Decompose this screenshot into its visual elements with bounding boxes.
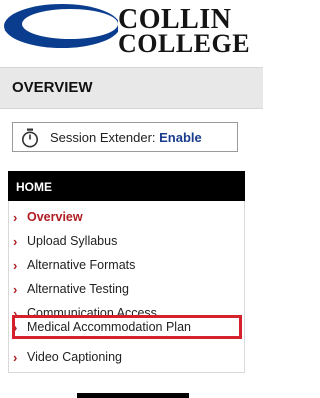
- page-title: OVERVIEW: [12, 79, 93, 96]
- chevron-right-icon: ›: [13, 349, 18, 365]
- collin-college-logo: COLLIN COLLEGE: [0, 0, 263, 60]
- nav-menu: › Overview › Upload Syllabus › Alternati…: [8, 201, 245, 373]
- nav-item-alternative-testing[interactable]: › Alternative Testing: [13, 279, 129, 299]
- nav-item-label: Video Captioning: [27, 350, 122, 364]
- nav-heading: HOME: [8, 171, 245, 201]
- session-extender-text: Session Extender: Enable: [50, 130, 202, 145]
- nav-item-label: Upload Syllabus: [27, 234, 118, 248]
- nav-item-label: Overview: [27, 210, 83, 224]
- chevron-right-icon: ›: [13, 257, 18, 273]
- nav-item-video-captioning[interactable]: › Video Captioning: [13, 347, 122, 367]
- session-extender: Session Extender: Enable: [12, 122, 238, 152]
- overview-header: OVERVIEW: [0, 67, 263, 109]
- logo-line-2: COLLEGE: [118, 29, 251, 58]
- logo-swoosh-icon: [4, 4, 120, 48]
- chevron-right-icon: ›: [13, 233, 18, 249]
- nav-item-alternative-formats[interactable]: › Alternative Formats: [13, 255, 135, 275]
- bottom-button[interactable]: [77, 393, 189, 398]
- session-extender-label: Session Extender:: [50, 130, 156, 145]
- chevron-right-icon: ›: [13, 281, 18, 297]
- stopwatch-icon: [22, 128, 38, 148]
- nav-item-overview[interactable]: › Overview: [13, 207, 83, 227]
- chevron-right-icon: ›: [13, 209, 18, 225]
- nav-item-label: Alternative Formats: [27, 258, 136, 272]
- nav-heading-label: HOME: [16, 180, 52, 194]
- logo-wordmark: COLLIN COLLEGE: [118, 6, 250, 57]
- nav-item-upload-syllabus[interactable]: › Upload Syllabus: [13, 231, 117, 251]
- enable-session-extender-link[interactable]: Enable: [159, 130, 202, 145]
- highlight-annotation: [12, 315, 242, 339]
- nav-item-label: Alternative Testing: [27, 282, 129, 296]
